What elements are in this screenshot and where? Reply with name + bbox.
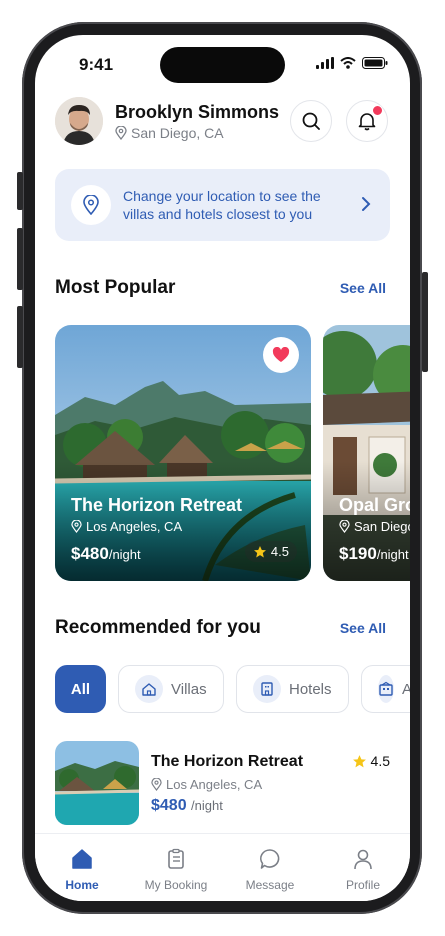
star-icon: [253, 545, 266, 557]
card-price-unit: /night: [108, 547, 141, 562]
tab-message[interactable]: Message: [225, 848, 315, 892]
recommended-item[interactable]: The Horizon Retreat Los Angeles, CA $480…: [55, 741, 390, 825]
filter-all-label: All: [70, 680, 91, 698]
tab-my-booking[interactable]: My Booking: [131, 848, 221, 892]
location-pin-icon: [151, 778, 162, 791]
recommended-thumbnail: [55, 741, 139, 825]
profile-icon: [354, 849, 372, 870]
recommended-price-amount: $480: [151, 797, 187, 814]
tab-message-label: Message: [245, 878, 295, 892]
filter-apartments[interactable]: Apartments: [361, 665, 410, 713]
user-name: Brooklyn Simmons: [115, 102, 280, 122]
card-location: San Diego, CA: [339, 519, 410, 534]
user-location: San Diego, CA: [115, 125, 224, 141]
mute-switch: [17, 172, 23, 210]
hotel-icon: [253, 675, 281, 703]
search-button[interactable]: [290, 100, 332, 142]
location-banner[interactable]: Change your location to see the villas a…: [55, 169, 390, 241]
popular-card[interactable]: Opal Grove Inn San Diego, CA $190/night: [323, 325, 410, 581]
notification-button[interactable]: [346, 100, 388, 142]
booking-icon: [168, 848, 184, 869]
card-price: $480/night: [71, 544, 141, 564]
power-button: [422, 272, 428, 372]
recommended-price: $480 /night: [151, 797, 223, 815]
bottom-tab-bar: Home My Booking Message Profile: [35, 833, 410, 901]
card-rating-value: 4.5: [270, 544, 289, 559]
filter-villas[interactable]: Villas: [118, 665, 224, 713]
chevron-right-icon: [362, 197, 371, 211]
card-price-unit: /night: [376, 547, 409, 562]
recommended-see-all[interactable]: See All: [340, 620, 386, 636]
status-time: 9:41: [79, 55, 114, 74]
card-price-amount: $190: [339, 544, 377, 563]
card-location-text: San Diego, CA: [354, 519, 410, 534]
card-price-amount: $480: [71, 544, 109, 563]
card-name: The Horizon Retreat: [71, 495, 243, 515]
location-pin-icon: [115, 126, 127, 140]
home-icon: [72, 849, 92, 869]
app-screen: 9:41 Brooklyn Simmons San Diego, CA Chan…: [35, 35, 410, 901]
tab-profile-label: Profile: [345, 878, 380, 892]
tab-my-booking-label: My Booking: [144, 878, 208, 892]
recommended-rating: 4.5: [352, 753, 390, 769]
banner-text: Change your location to see the villas a…: [123, 188, 321, 222]
recommended-rating-value: 4.5: [370, 753, 390, 769]
tab-profile[interactable]: Profile: [318, 848, 408, 892]
dynamic-island: [160, 47, 285, 83]
signal-icon: [316, 57, 334, 69]
filter-all[interactable]: All: [55, 665, 106, 713]
card-rating: 4.5: [244, 541, 297, 562]
volume-up-button: [17, 228, 23, 290]
header: Brooklyn Simmons San Diego, CA: [55, 97, 390, 147]
card-location-text: Los Angeles, CA: [86, 519, 183, 534]
location-pin-icon: [83, 195, 99, 215]
status-icons: [316, 57, 388, 69]
recommended-location: Los Angeles, CA: [151, 777, 262, 792]
favorite-button[interactable]: [263, 337, 299, 373]
popular-card[interactable]: The Horizon Retreat Los Angeles, CA $480…: [55, 325, 311, 581]
recommended-name: The Horizon Retreat: [151, 753, 304, 770]
card-price: $190/night: [339, 544, 409, 564]
battery-icon: [362, 57, 388, 69]
most-popular-title: Most Popular: [55, 277, 176, 298]
apartment-icon: [378, 675, 394, 703]
card-location: Los Angeles, CA: [71, 519, 182, 534]
user-location-text: San Diego, CA: [131, 125, 224, 141]
tab-home-label: Home: [65, 878, 99, 892]
recommended-price-unit: /night: [191, 798, 223, 813]
heart-icon: [272, 347, 290, 362]
villa-icon: [135, 675, 163, 703]
tab-home[interactable]: Home: [37, 848, 127, 892]
star-icon: [352, 754, 366, 767]
wifi-icon: [340, 57, 356, 69]
notification-badge: [372, 105, 383, 116]
search-icon: [302, 112, 320, 130]
most-popular-see-all[interactable]: See All: [340, 280, 386, 296]
banner-icon-wrap: [71, 185, 111, 225]
filter-villas-label: Villas: [171, 680, 207, 698]
location-pin-icon: [71, 520, 82, 533]
volume-down-button: [17, 306, 23, 368]
avatar[interactable]: [55, 97, 103, 145]
message-icon: [260, 849, 280, 869]
filter-hotels[interactable]: Hotels: [236, 665, 349, 713]
filter-apartments-label: Apartments: [402, 680, 410, 698]
recommended-location-text: Los Angeles, CA: [166, 777, 263, 792]
location-pin-icon: [339, 520, 350, 533]
filter-hotels-label: Hotels: [289, 680, 332, 698]
card-name: Opal Grove Inn: [339, 495, 410, 515]
recommended-title: Recommended for you: [55, 617, 261, 638]
